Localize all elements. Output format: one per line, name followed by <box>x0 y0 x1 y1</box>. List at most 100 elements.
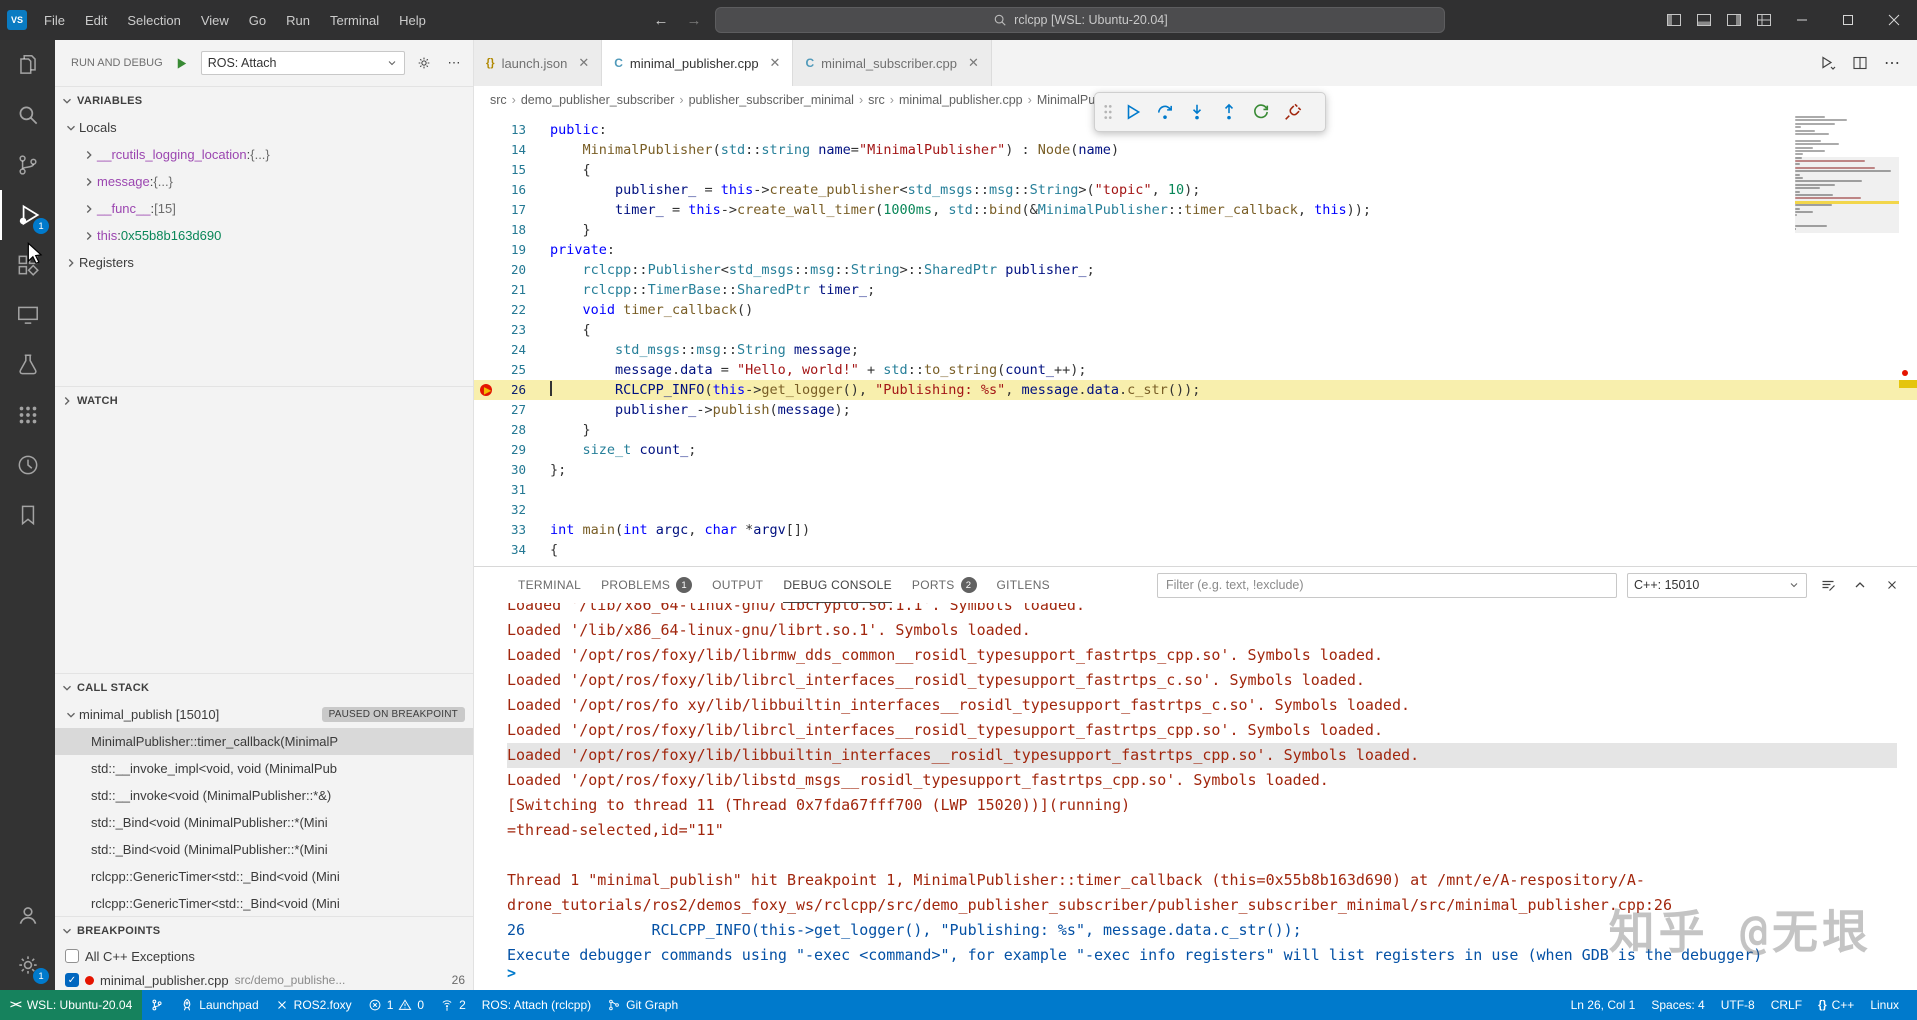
code-line[interactable]: 20 rclcpp::Publisher<std_msgs::msg::Stri… <box>474 260 1917 280</box>
restart-icon[interactable] <box>1247 98 1275 126</box>
code-line[interactable]: 16 publisher_ = this->create_publisher<s… <box>474 180 1917 200</box>
code-line[interactable]: ▶26 RCLCPP_INFO(this->get_logger(), "Pub… <box>474 380 1917 400</box>
activity-bookmarks[interactable] <box>0 490 55 540</box>
nav-back-icon[interactable]: ← <box>649 12 672 29</box>
more-actions-icon[interactable]: ⋯ <box>443 52 465 74</box>
gutter-glyph-margin[interactable] <box>474 400 498 420</box>
step-out-icon[interactable] <box>1215 98 1243 126</box>
status-item-c-[interactable]: {}C++ <box>1810 990 1862 1020</box>
menu-help[interactable]: Help <box>389 0 436 40</box>
code-line[interactable]: 17 timer_ = this->create_wall_timer(1000… <box>474 200 1917 220</box>
start-debug-icon[interactable] <box>171 52 193 74</box>
gutter-glyph-margin[interactable] <box>474 460 498 480</box>
status-item-crlf[interactable]: CRLF <box>1763 990 1810 1020</box>
code-line[interactable]: 29 size_t count_; <box>474 440 1917 460</box>
console-line[interactable] <box>507 843 1897 868</box>
console-line[interactable]: =thread-selected,id="11" <box>507 818 1897 843</box>
gutter-glyph-margin[interactable] <box>474 340 498 360</box>
watch-header[interactable]: WATCH <box>55 387 473 414</box>
nav-forward-icon[interactable]: → <box>682 12 705 29</box>
gutter-glyph-margin[interactable] <box>474 200 498 220</box>
status-item-ros2-foxy[interactable]: ROS2.foxy <box>267 990 360 1020</box>
activity-account[interactable] <box>0 890 55 940</box>
console-line[interactable]: Loaded '/opt/ros/foxy/lib/libbuiltin_int… <box>507 743 1897 768</box>
panel-tab-gitlens[interactable]: GITLENS <box>997 567 1050 603</box>
stack-frame[interactable]: std::_Bind<void (MinimalPublisher::*(Min… <box>55 836 473 863</box>
code-editor[interactable]: 13public:14 MinimalPublisher(std::string… <box>474 114 1917 566</box>
editor-tab-minimal_publisher-cpp[interactable]: Cminimal_publisher.cpp✕ <box>602 40 793 86</box>
debug-console[interactable]: Loaded '/lib/x86_64-linux-gnu/libcrypto.… <box>474 603 1917 990</box>
console-line[interactable]: Loaded '/opt/ros/foxy/lib/libstd_msgs__r… <box>507 768 1897 793</box>
status-item-ros-attach-rclcpp-[interactable]: ROS: Attach (rclcpp) <box>474 990 599 1020</box>
gutter-glyph-margin[interactable] <box>474 420 498 440</box>
status-item-diagnostics[interactable]: 10 <box>360 990 432 1020</box>
stack-frame[interactable]: std::_Bind<void (MinimalPublisher::*(Min… <box>55 809 473 836</box>
clear-console-icon[interactable] <box>1817 574 1839 596</box>
status-item-utf-8[interactable]: UTF-8 <box>1713 990 1763 1020</box>
tab-close-icon[interactable]: ✕ <box>770 55 781 71</box>
call-stack-session[interactable]: minimal_publish [15010] PAUSED ON BREAKP… <box>55 701 473 728</box>
gutter-glyph-margin[interactable] <box>474 180 498 200</box>
tab-close-icon[interactable]: ✕ <box>578 55 589 71</box>
gutter-glyph-margin[interactable]: ▶ <box>474 380 498 400</box>
code-line[interactable]: 25 message.data = "Hello, world!" + std:… <box>474 360 1917 380</box>
status-item-branch[interactable] <box>142 990 172 1020</box>
remote-indicator[interactable]: >< WSL: Ubuntu-20.04 <box>0 990 142 1020</box>
status-item-ln-26-col-1[interactable]: Ln 26, Col 1 <box>1563 990 1644 1020</box>
activity-gitlens[interactable] <box>0 440 55 490</box>
activity-extensions[interactable] <box>0 240 55 290</box>
gutter-glyph-margin[interactable] <box>474 160 498 180</box>
gutter-glyph-margin[interactable] <box>474 300 498 320</box>
toolbar-drag-handle[interactable] <box>1101 98 1115 126</box>
variables-header[interactable]: VARIABLES <box>55 87 473 114</box>
activity-search[interactable] <box>0 90 55 140</box>
gutter-glyph-margin[interactable] <box>474 320 498 340</box>
code-line[interactable]: 30}; <box>474 460 1917 480</box>
split-editor-icon[interactable] <box>1849 52 1871 74</box>
code-line[interactable]: 24 std_msgs::msg::String message; <box>474 340 1917 360</box>
editor-more-actions-icon[interactable]: ⋯ <box>1881 52 1903 74</box>
code-line[interactable]: 34{ <box>474 540 1917 560</box>
menu-edit[interactable]: Edit <box>75 0 117 40</box>
gutter-glyph-margin[interactable] <box>474 280 498 300</box>
breadcrumb-item[interactable]: demo_publisher_subscriber <box>521 93 675 107</box>
code-line[interactable]: 14 MinimalPublisher(std::string name="Mi… <box>474 140 1917 160</box>
status-item-linux[interactable]: Linux <box>1862 990 1907 1020</box>
toggle-panel-icon[interactable] <box>1689 0 1719 40</box>
code-line[interactable]: 15 { <box>474 160 1917 180</box>
activity-explorer[interactable] <box>0 40 55 90</box>
gutter-glyph-margin[interactable] <box>474 440 498 460</box>
status-item-spaces-4[interactable]: Spaces: 4 <box>1643 990 1712 1020</box>
maximize-panel-icon[interactable] <box>1849 574 1871 596</box>
code-line[interactable]: 32 <box>474 500 1917 520</box>
menu-view[interactable]: View <box>191 0 239 40</box>
code-line[interactable]: 31 <box>474 480 1917 500</box>
tab-close-icon[interactable]: ✕ <box>968 55 979 71</box>
status-item-git-graph[interactable]: Git Graph <box>599 990 686 1020</box>
activity-remote[interactable] <box>0 290 55 340</box>
console-line[interactable]: Loaded '/lib/x86_64-linux-gnu/librt.so.1… <box>507 618 1897 643</box>
stack-frame[interactable]: rclcpp::GenericTimer<std::_Bind<void (Mi… <box>55 890 473 916</box>
gutter-glyph-margin[interactable] <box>474 540 498 560</box>
code-line[interactable]: 19private: <box>474 240 1917 260</box>
debug-config-dropdown[interactable]: ROS: Attach <box>201 51 405 75</box>
console-prompt[interactable]: > <box>507 964 516 982</box>
call-stack-header[interactable]: CALL STACK <box>55 674 473 701</box>
stack-frame[interactable]: std::__invoke<void (MinimalPublisher::*&… <box>55 782 473 809</box>
menu-go[interactable]: Go <box>239 0 276 40</box>
stack-frame[interactable]: std::__invoke_impl<void, void (MinimalPu… <box>55 755 473 782</box>
gutter-glyph-margin[interactable] <box>474 140 498 160</box>
gutter-glyph-margin[interactable] <box>474 480 498 500</box>
breadcrumb-item[interactable]: publisher_subscriber_minimal <box>689 93 854 107</box>
console-line[interactable]: [Switching to thread 11 (Thread 0x7fda67… <box>507 793 1897 818</box>
code-line[interactable]: 22 void timer_callback() <box>474 300 1917 320</box>
console-line[interactable]: Loaded '/lib/x86_64-linux-gnu/libcrypto.… <box>507 603 1897 618</box>
breadcrumb-item[interactable]: src <box>868 93 885 107</box>
maximize-button[interactable] <box>1825 0 1871 40</box>
console-line[interactable]: Loaded '/opt/ros/foxy/lib/librcl_interfa… <box>507 668 1897 693</box>
activity-testing[interactable] <box>0 340 55 390</box>
gutter-glyph-margin[interactable] <box>474 260 498 280</box>
panel-tab-output[interactable]: OUTPUT <box>712 567 763 603</box>
command-center-search[interactable]: rclcpp [WSL: Ubuntu-20.04] <box>715 7 1445 33</box>
gear-icon[interactable] <box>413 52 435 74</box>
